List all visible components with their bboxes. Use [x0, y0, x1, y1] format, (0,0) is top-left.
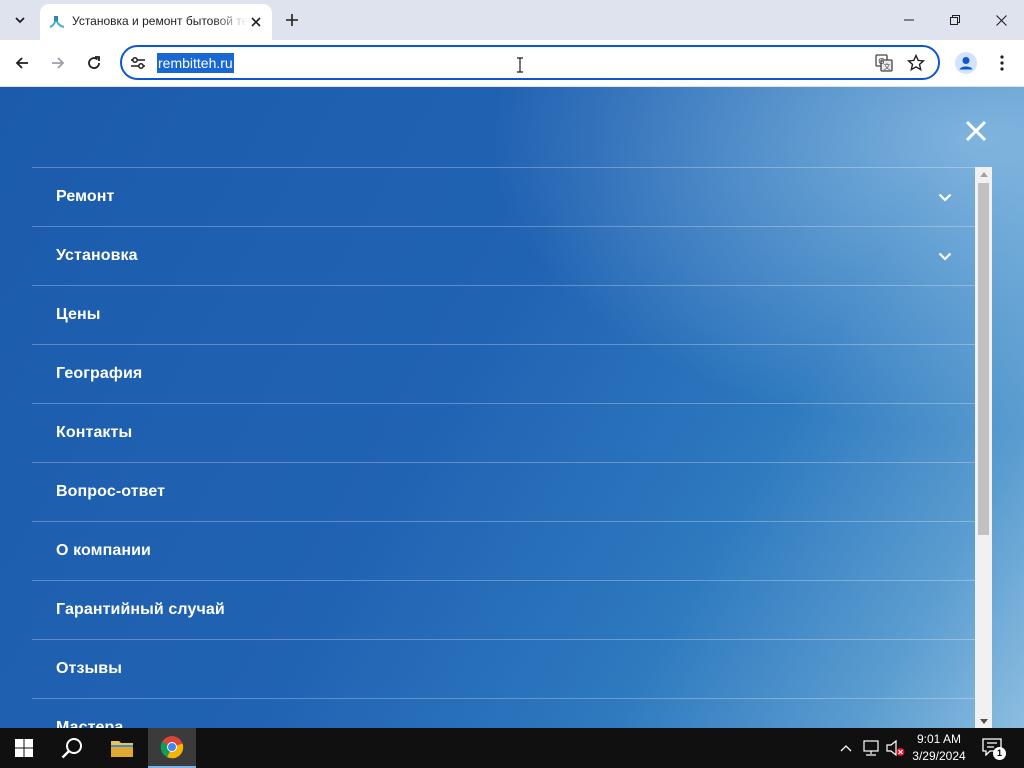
folder-icon — [111, 741, 133, 757]
menu-item[interactable]: Гарантийный случай — [32, 581, 975, 640]
menu-item[interactable]: География — [32, 345, 975, 404]
browser-toolbar: rembitteh.ru G文 — [0, 40, 1024, 87]
tab-active[interactable]: Установка и ремонт бытовой техники — [40, 4, 272, 40]
menu-item[interactable]: Вопрос-ответ — [32, 463, 975, 522]
new-tab-button[interactable] — [280, 8, 304, 32]
menu-item[interactable]: Мастера — [32, 699, 975, 728]
search-button[interactable] — [48, 728, 96, 768]
chrome-taskbar-button[interactable] — [148, 728, 196, 768]
tab-close-button[interactable] — [246, 12, 266, 32]
scroll-up-arrow[interactable] — [975, 167, 992, 181]
text-cursor-icon — [517, 57, 523, 73]
triangle-up-icon — [979, 171, 988, 177]
menu-item-label: Ремонт — [56, 188, 115, 205]
tab-strip: Установка и ремонт бытовой техники — [0, 0, 1024, 40]
chevron-down-icon[interactable] — [937, 190, 953, 204]
close-icon — [995, 14, 1007, 26]
chrome-icon — [160, 736, 184, 759]
tune-icon[interactable] — [129, 54, 147, 72]
menu-item-label: Отзывы — [56, 660, 122, 677]
address-bar[interactable]: rembitteh.ru G文 — [120, 45, 940, 80]
kebab-icon — [1000, 55, 1004, 71]
favicon-icon — [49, 16, 65, 28]
menu-item[interactable]: Установка — [32, 227, 975, 286]
system-clock[interactable]: 9:01 AM 3/29/2024 — [908, 731, 970, 765]
profile-icon — [955, 52, 977, 74]
chrome-menu-button[interactable] — [987, 48, 1017, 78]
clock-time: 9:01 AM — [916, 732, 962, 746]
menu-item-label: Контакты — [56, 424, 133, 441]
menu-close-button[interactable] — [962, 117, 990, 145]
restore-button[interactable] — [932, 0, 978, 40]
menu-item-label: Вопрос-ответ — [56, 483, 166, 500]
window-close-button[interactable] — [978, 0, 1024, 40]
menu-item[interactable]: Цены — [32, 286, 975, 345]
menu-item-label: Цены — [56, 306, 101, 323]
minimize-icon — [904, 19, 914, 21]
windows-icon — [15, 739, 33, 757]
menu-item-label: Гарантийный случай — [56, 601, 225, 618]
menu-item[interactable]: Отзывы — [32, 640, 975, 699]
restore-icon — [950, 15, 960, 25]
chevron-down-icon[interactable] — [937, 249, 953, 263]
menu-item[interactable]: Контакты — [32, 404, 975, 463]
menu-item[interactable]: Ремонт — [32, 168, 975, 227]
url-text[interactable]: rembitteh.ru — [157, 53, 234, 73]
profile-button[interactable] — [951, 48, 981, 78]
translate-icon[interactable]: G文 — [874, 53, 894, 73]
page-content: Ремонт Установка Цены География Контакты Вопр… — [0, 87, 1024, 728]
svg-text:文: 文 — [884, 62, 891, 71]
scroll-down-arrow[interactable] — [975, 714, 992, 728]
plus-icon — [286, 14, 298, 26]
menu-item[interactable]: О компании — [32, 522, 975, 581]
menu-item-label: География — [56, 365, 143, 382]
menu-item-label: Мастера — [56, 719, 124, 728]
menu-item-label: Установка — [56, 247, 138, 264]
reload-button[interactable] — [79, 48, 109, 78]
back-button[interactable] — [7, 48, 37, 78]
mobile-menu: Ремонт Установка Цены География Контакты Вопр… — [32, 167, 975, 728]
tray-overflow-button[interactable] — [838, 740, 854, 756]
volume-muted-icon[interactable] — [885, 739, 905, 757]
chevron-up-icon — [840, 745, 852, 752]
tab-title: Установка и ремонт бытовой техники — [72, 14, 248, 28]
arrow-left-icon — [15, 57, 28, 69]
close-icon — [251, 17, 261, 27]
clock-date: 3/29/2024 — [912, 749, 966, 763]
file-explorer-button[interactable] — [98, 728, 146, 768]
start-button[interactable] — [0, 728, 48, 768]
star-icon[interactable] — [906, 53, 926, 73]
scrollbar[interactable] — [975, 167, 992, 728]
reload-icon — [88, 56, 100, 69]
menu-item-label: О компании — [56, 542, 151, 559]
scrollbar-thumb[interactable] — [978, 183, 989, 535]
network-icon[interactable] — [861, 740, 881, 756]
notification-badge: 1 — [993, 747, 1006, 760]
search-icon — [61, 738, 82, 759]
forward-button[interactable] — [43, 48, 73, 78]
tab-search-button[interactable] — [7, 7, 33, 33]
chevron-down-icon — [15, 17, 25, 24]
action-center-button[interactable]: 1 — [982, 738, 1006, 760]
close-icon — [965, 120, 987, 142]
arrow-right-icon — [52, 57, 65, 69]
minimize-button[interactable] — [886, 0, 932, 40]
taskbar: 9:01 AM 3/29/2024 1 — [0, 728, 1024, 768]
triangle-down-icon — [979, 718, 988, 724]
